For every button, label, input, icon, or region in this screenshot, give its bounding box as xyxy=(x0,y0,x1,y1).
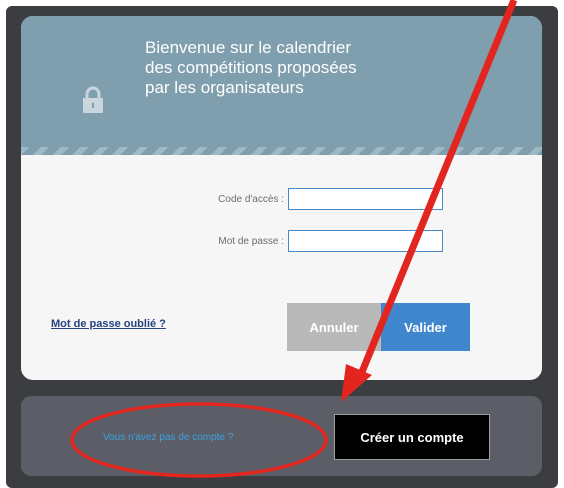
card-header: Bienvenue sur le calendrier des compétit… xyxy=(21,16,542,155)
welcome-message: Bienvenue sur le calendrier des compétit… xyxy=(145,38,445,98)
welcome-line-1: Bienvenue sur le calendrier xyxy=(145,38,352,57)
welcome-line-2: des compétitions proposées xyxy=(145,58,357,77)
access-code-input[interactable] xyxy=(288,188,443,210)
lock-icon xyxy=(83,86,103,113)
password-input[interactable] xyxy=(288,230,443,252)
header-divider xyxy=(21,147,542,155)
no-account-text: Vous n'avez pas de compte ? xyxy=(103,432,234,443)
create-account-button[interactable]: Créer un compte xyxy=(334,414,490,460)
signup-bar: Vous n'avez pas de compte ? Créer un com… xyxy=(21,396,542,476)
password-label: Mot de passe : xyxy=(218,236,284,247)
forgot-password-link[interactable]: Mot de passe oublié ? xyxy=(51,318,166,330)
access-code-label: Code d'accès : xyxy=(218,194,284,205)
welcome-line-3: par les organisateurs xyxy=(145,78,304,97)
login-card: Bienvenue sur le calendrier des compétit… xyxy=(21,16,542,380)
submit-button[interactable]: Valider xyxy=(381,303,470,351)
cancel-button[interactable]: Annuler xyxy=(287,303,381,351)
